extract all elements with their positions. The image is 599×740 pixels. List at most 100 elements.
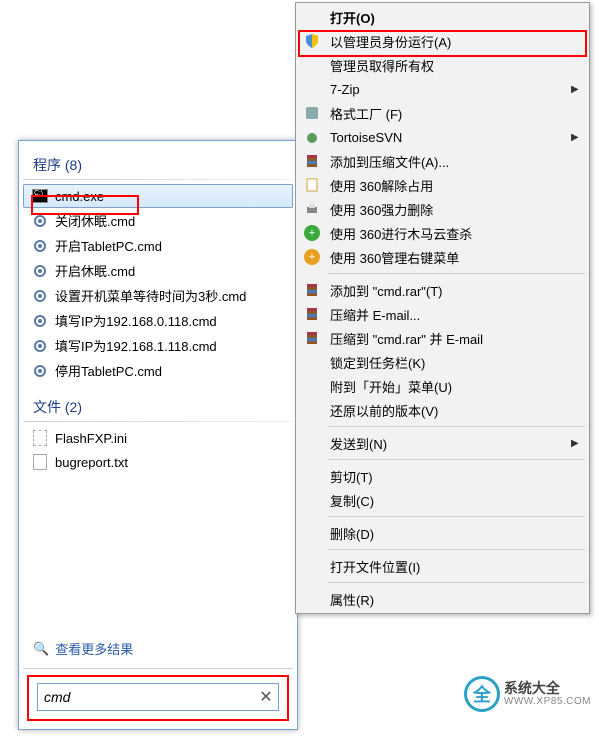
logo-main: 系统大全 <box>504 681 591 696</box>
menu-item-label: 使用 360解除占用 <box>326 176 571 195</box>
menu-item-label: 还原以前的版本(V) <box>326 401 571 420</box>
rar-icon <box>298 306 326 322</box>
menu-item-label: 压缩到 "cmd.rar" 并 E-mail <box>326 329 571 348</box>
divider <box>23 668 293 669</box>
ini-file-icon <box>31 429 49 447</box>
menu-separator <box>328 516 585 517</box>
result-label: cmd.exe <box>55 189 104 204</box>
menu-item[interactable]: 删除(D) <box>298 521 587 545</box>
result-cmd-exe[interactable]: cmd.exe <box>23 184 293 208</box>
menu-item-label: 使用 360管理右键菜单 <box>326 248 571 267</box>
clear-search-icon[interactable]: ✕ <box>254 687 278 707</box>
menu-separator <box>328 459 585 460</box>
menu-separator <box>328 273 585 274</box>
logo-sub: WWW.XP85.COM <box>504 696 591 707</box>
divider <box>23 179 293 180</box>
submenu-arrow-icon: ▶ <box>571 438 587 449</box>
menu-item-label: 压缩并 E-mail... <box>326 305 571 324</box>
menu-item[interactable]: 压缩到 "cmd.rar" 并 E-mail <box>298 326 587 350</box>
txt-file-icon <box>31 453 49 471</box>
menu-item-label: 属性(R) <box>326 590 571 609</box>
context-menu: 打开(O)以管理员身份运行(A)管理员取得所有权7-Zip▶格式工厂 (F)To… <box>295 2 590 614</box>
menu-item-label: 删除(D) <box>326 524 571 543</box>
menu-item-label: 锁定到任务栏(K) <box>326 353 571 372</box>
result-item[interactable]: 开启休眠.cmd <box>23 258 293 283</box>
menu-item[interactable]: 剪切(T) <box>298 464 587 488</box>
gear-icon <box>31 362 49 380</box>
result-label: 关闭休眠.cmd <box>55 211 135 230</box>
menu-item[interactable]: 发送到(N)▶ <box>298 431 587 455</box>
gear-icon <box>31 212 49 230</box>
files-results: FlashFXP.ini bugreport.txt <box>23 426 293 474</box>
rar-icon <box>298 330 326 346</box>
menu-item-label: 格式工厂 (F) <box>326 104 571 123</box>
menu-item-label: 使用 360强力删除 <box>326 200 571 219</box>
360y-icon: + <box>298 249 326 265</box>
360g-icon: + <box>298 225 326 241</box>
menu-item[interactable]: 打开文件位置(I) <box>298 554 587 578</box>
rar-icon <box>298 153 326 169</box>
result-item[interactable]: 关闭休眠.cmd <box>23 208 293 233</box>
menu-item[interactable]: 使用 360解除占用 <box>298 173 587 197</box>
see-more-label: 查看更多结果 <box>55 639 133 658</box>
menu-item[interactable]: +使用 360管理右键菜单 <box>298 245 587 269</box>
menu-item[interactable]: +使用 360进行木马云查杀 <box>298 221 587 245</box>
menu-item[interactable]: 使用 360强力删除 <box>298 197 587 221</box>
result-label: 填写IP为192.168.0.118.cmd <box>55 311 217 330</box>
shield-icon <box>298 33 326 49</box>
menu-separator <box>328 426 585 427</box>
rar-icon <box>298 282 326 298</box>
result-item[interactable]: FlashFXP.ini <box>23 426 293 450</box>
result-item[interactable]: 开启TabletPC.cmd <box>23 233 293 258</box>
see-more-results[interactable]: 🔍 查看更多结果 <box>23 633 293 664</box>
files-header: 文件 (2) <box>23 393 293 419</box>
divider <box>23 421 293 422</box>
result-item[interactable]: 填写IP为192.168.0.118.cmd <box>23 308 293 333</box>
result-item[interactable]: bugreport.txt <box>23 450 293 474</box>
menu-item-label: 添加到 "cmd.rar"(T) <box>326 281 571 300</box>
menu-item[interactable]: 复制(C) <box>298 488 587 512</box>
gear-icon <box>31 287 49 305</box>
menu-item[interactable]: 以管理员身份运行(A) <box>298 29 587 53</box>
submenu-arrow-icon: ▶ <box>571 132 587 143</box>
logo-watermark: 全 系统大全 WWW.XP85.COM <box>464 676 591 712</box>
result-item[interactable]: 设置开机菜单等待时间为3秒.cmd <box>23 283 293 308</box>
menu-item-label: 剪切(T) <box>326 467 571 486</box>
menu-item[interactable]: 添加到 "cmd.rar"(T) <box>298 278 587 302</box>
menu-item[interactable]: 属性(R) <box>298 587 587 611</box>
result-label: 开启休眠.cmd <box>55 261 135 280</box>
result-label: bugreport.txt <box>55 455 128 470</box>
menu-item[interactable]: 打开(O) <box>298 5 587 29</box>
menu-item[interactable]: 格式工厂 (F) <box>298 101 587 125</box>
menu-item[interactable]: 还原以前的版本(V) <box>298 398 587 422</box>
search-box[interactable]: ✕ <box>37 683 279 711</box>
result-label: FlashFXP.ini <box>55 431 127 446</box>
result-item[interactable]: 填写IP为192.168.1.118.cmd <box>23 333 293 358</box>
menu-item[interactable]: 添加到压缩文件(A)... <box>298 149 587 173</box>
menu-separator <box>328 549 585 550</box>
logo-icon: 全 <box>464 676 500 712</box>
format-icon <box>298 105 326 121</box>
menu-item-label: 7-Zip <box>326 82 571 97</box>
menu-item[interactable]: 7-Zip▶ <box>298 77 587 101</box>
printer-icon <box>298 201 326 217</box>
menu-item[interactable]: 压缩并 E-mail... <box>298 302 587 326</box>
menu-item[interactable]: 锁定到任务栏(K) <box>298 350 587 374</box>
menu-item[interactable]: 管理员取得所有权 <box>298 53 587 77</box>
gear-icon <box>31 237 49 255</box>
menu-item[interactable]: TortoiseSVN▶ <box>298 125 587 149</box>
gear-icon <box>31 312 49 330</box>
gear-icon <box>31 262 49 280</box>
gear-icon <box>31 337 49 355</box>
result-item[interactable]: 停用TabletPC.cmd <box>23 358 293 383</box>
search-input[interactable] <box>38 689 254 705</box>
menu-item[interactable]: 附到「开始」菜单(U) <box>298 374 587 398</box>
submenu-arrow-icon: ▶ <box>571 84 587 95</box>
menu-item-label: 使用 360进行木马云查杀 <box>326 224 571 243</box>
result-label: 设置开机菜单等待时间为3秒.cmd <box>55 286 246 305</box>
menu-item-label: 打开(O) <box>326 8 571 27</box>
menu-item-label: 打开文件位置(I) <box>326 557 571 576</box>
result-label: 填写IP为192.168.1.118.cmd <box>55 336 217 355</box>
doc-icon <box>298 177 326 193</box>
result-label: 开启TabletPC.cmd <box>55 236 162 255</box>
